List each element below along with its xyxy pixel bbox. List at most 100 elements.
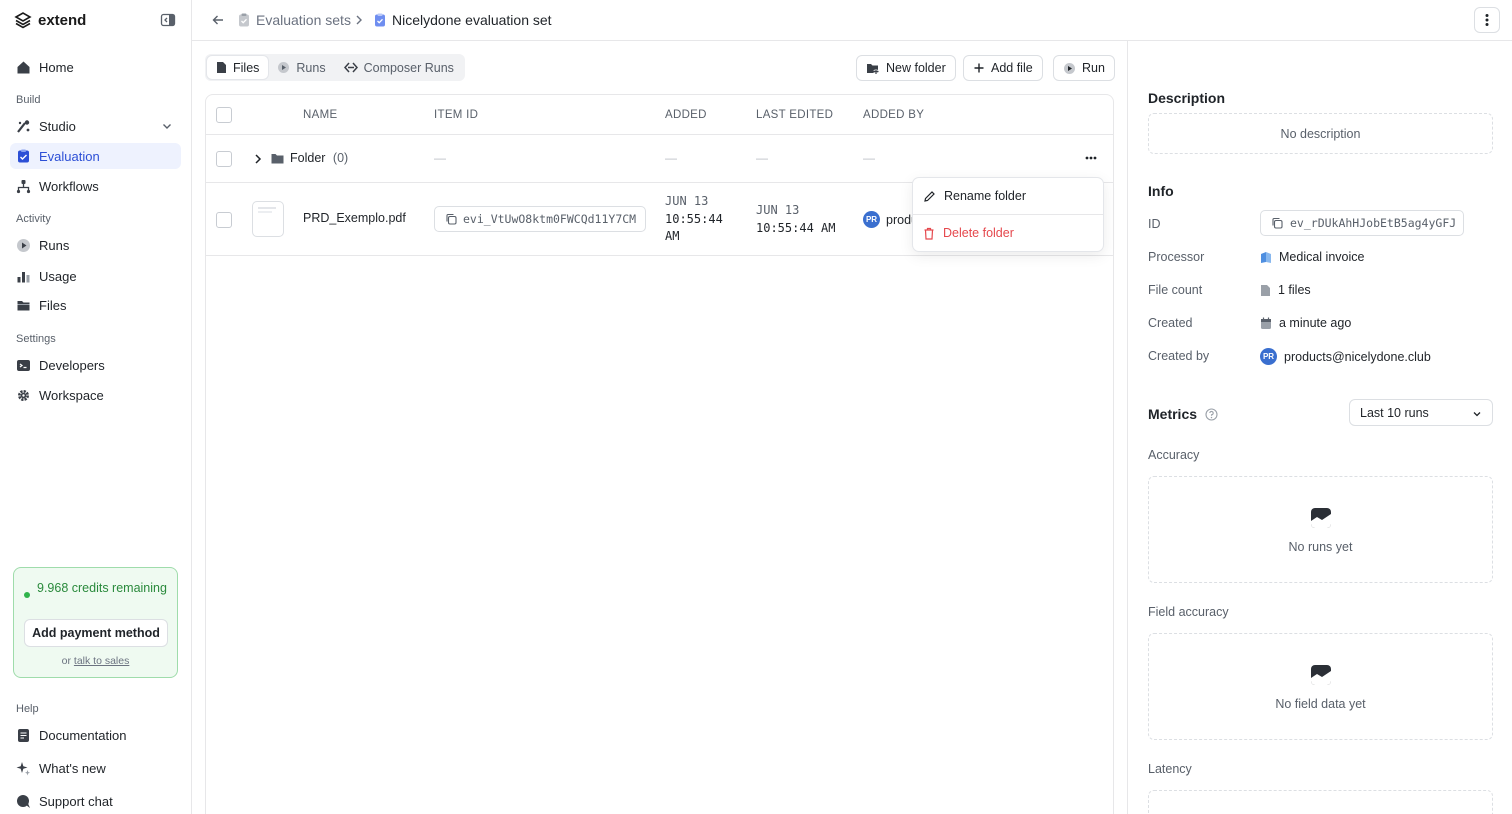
copy-icon bbox=[1272, 217, 1283, 229]
help-circle-icon[interactable] bbox=[1205, 407, 1218, 421]
pencil-icon bbox=[924, 190, 935, 202]
sidebar-item-workflows[interactable]: Workflows bbox=[10, 173, 181, 199]
processor-name: Medical invoice bbox=[1279, 250, 1365, 264]
section-label-help: Help bbox=[16, 703, 39, 715]
sidebar-item-evaluation[interactable]: Evaluation bbox=[10, 143, 181, 169]
folder-context-menu: Rename folder Delete folder bbox=[912, 177, 1104, 252]
delete-folder-menu-item[interactable]: Delete folder bbox=[913, 215, 1103, 251]
row-checkbox[interactable] bbox=[216, 151, 232, 167]
added-ampm: AM bbox=[665, 229, 680, 243]
sidebar-item-usage[interactable]: Usage bbox=[10, 263, 181, 289]
button-label: Run bbox=[1082, 61, 1105, 75]
sidebar-item-workspace[interactable]: Workspace bbox=[10, 382, 181, 408]
item-id-value: evi_VtUwO8ktm0FWCQd11Y7CM bbox=[463, 212, 637, 226]
file-thumbnail bbox=[252, 201, 284, 237]
composer-icon bbox=[343, 62, 358, 73]
copy-icon bbox=[446, 213, 457, 225]
extend-logo-icon bbox=[14, 12, 32, 29]
breadcrumb-label: Evaluation sets bbox=[256, 12, 351, 28]
folder-name[interactable]: Folder (0) bbox=[290, 151, 348, 165]
sidebar-item-label: Evaluation bbox=[39, 148, 100, 164]
column-header-added-by[interactable]: ADDED BY bbox=[863, 109, 924, 121]
processor-value[interactable]: Medical invoice bbox=[1260, 250, 1364, 264]
column-header-item-id[interactable]: ITEM ID bbox=[434, 109, 478, 121]
file-count-value: 1 files bbox=[1260, 283, 1311, 297]
file-name[interactable]: PRD_Exemplo.pdf bbox=[303, 211, 406, 225]
plus-icon bbox=[974, 63, 984, 73]
studio-icon bbox=[17, 119, 30, 133]
talk-to-sales-text: or talk to sales bbox=[14, 655, 177, 667]
added-date: JUN 13 10:55:44 AM bbox=[665, 193, 723, 246]
sidebar-item-label: Files bbox=[39, 297, 67, 313]
sidebar-item-label: Usage bbox=[39, 268, 77, 284]
section-label-activity: Activity bbox=[16, 213, 51, 225]
collapse-sidebar-icon[interactable] bbox=[160, 12, 176, 28]
evaluation-icon bbox=[18, 149, 29, 162]
column-header-name[interactable]: NAME bbox=[303, 109, 337, 121]
description-box[interactable]: No description bbox=[1148, 113, 1493, 154]
menu-item-label: Rename folder bbox=[944, 189, 1026, 203]
credits-card: 9.968 credits remaining Add payment meth… bbox=[13, 567, 178, 678]
sidebar-item-label: Workflows bbox=[39, 178, 99, 194]
edited-time: 10:55:44 AM bbox=[756, 220, 836, 235]
folder-plus-icon bbox=[867, 63, 879, 74]
tab-composer-runs[interactable]: Composer Runs bbox=[335, 56, 463, 79]
info-heading: Info bbox=[1148, 183, 1174, 199]
sidebar-item-label: Documentation bbox=[39, 727, 127, 743]
accuracy-chart-placeholder: No runs yet bbox=[1148, 476, 1493, 583]
sidebar-item-label: Studio bbox=[39, 118, 76, 134]
added-by-user: PR produ bbox=[863, 211, 918, 228]
more-horizontal-icon[interactable] bbox=[1085, 156, 1097, 160]
chevron-down-icon bbox=[1473, 412, 1481, 417]
metrics-range-select[interactable]: Last 10 runs bbox=[1349, 399, 1493, 426]
id-copy-field[interactable]: ev_rDUkAhHJobEtB5ag4yGFJ bbox=[1260, 210, 1464, 236]
runs-icon bbox=[17, 238, 30, 252]
folder-name-label: Folder bbox=[290, 151, 326, 165]
chat-icon bbox=[17, 794, 30, 808]
tab-group: Files Runs Composer Runs bbox=[205, 54, 465, 81]
usage-icon bbox=[17, 271, 30, 282]
back-arrow-icon[interactable] bbox=[211, 13, 225, 27]
table-row-folder[interactable]: Folder (0) — — — — bbox=[206, 135, 1113, 183]
rename-folder-menu-item[interactable]: Rename folder bbox=[913, 178, 1103, 214]
sidebar-item-home[interactable]: Home bbox=[10, 54, 181, 80]
app-logo[interactable]: extend bbox=[14, 11, 86, 29]
tab-label: Runs bbox=[296, 60, 326, 75]
created-by-value: PR products@nicelydone.club bbox=[1260, 348, 1431, 365]
chevron-down-icon[interactable] bbox=[161, 120, 173, 132]
sidebar-item-studio[interactable]: Studio bbox=[10, 113, 181, 139]
row-checkbox[interactable] bbox=[216, 212, 232, 228]
new-folder-button[interactable]: New folder bbox=[856, 55, 956, 81]
add-file-button[interactable]: Add file bbox=[963, 55, 1043, 81]
metrics-title: Metrics bbox=[1148, 406, 1198, 422]
sidebar-item-support-chat[interactable]: Support chat bbox=[10, 788, 181, 814]
empty-last-edited: — bbox=[756, 151, 768, 165]
chevron-right-icon[interactable] bbox=[254, 153, 262, 165]
section-label-settings: Settings bbox=[16, 333, 56, 345]
breadcrumb-evaluation-sets[interactable]: Evaluation sets bbox=[238, 12, 351, 28]
sidebar-item-developers[interactable]: Developers bbox=[10, 352, 181, 378]
sidebar-item-label: Runs bbox=[39, 237, 70, 253]
sidebar-item-documentation[interactable]: Documentation bbox=[10, 722, 181, 748]
top-bar: Evaluation sets Nicelydone evaluation se… bbox=[192, 0, 1512, 41]
tab-files[interactable]: Files bbox=[207, 56, 269, 79]
sidebar-item-files[interactable]: Files bbox=[10, 292, 181, 318]
sidebar-item-whats-new[interactable]: What's new bbox=[10, 755, 181, 781]
sidebar-item-label: Developers bbox=[39, 357, 105, 373]
latency-chart-placeholder bbox=[1148, 790, 1493, 814]
chevron-right-icon bbox=[356, 15, 362, 25]
talk-to-sales-link[interactable]: talk to sales bbox=[74, 655, 129, 667]
more-options-button[interactable] bbox=[1474, 7, 1500, 33]
select-all-checkbox[interactable] bbox=[216, 107, 232, 123]
clipboard-check-icon bbox=[375, 13, 385, 27]
add-payment-method-button[interactable]: Add payment method bbox=[24, 619, 168, 647]
app-name: extend bbox=[38, 11, 87, 29]
item-id-copy-field[interactable]: evi_VtUwO8ktm0FWCQd11Y7CM bbox=[434, 206, 646, 232]
column-header-added[interactable]: ADDED bbox=[665, 109, 707, 121]
file-icon bbox=[217, 62, 226, 73]
run-button[interactable]: Run bbox=[1053, 55, 1115, 81]
sidebar-item-runs[interactable]: Runs bbox=[10, 232, 181, 258]
tab-runs[interactable]: Runs bbox=[268, 56, 334, 79]
info-label-processor: Processor bbox=[1148, 250, 1205, 264]
column-header-last-edited[interactable]: LAST EDITED bbox=[756, 109, 833, 121]
